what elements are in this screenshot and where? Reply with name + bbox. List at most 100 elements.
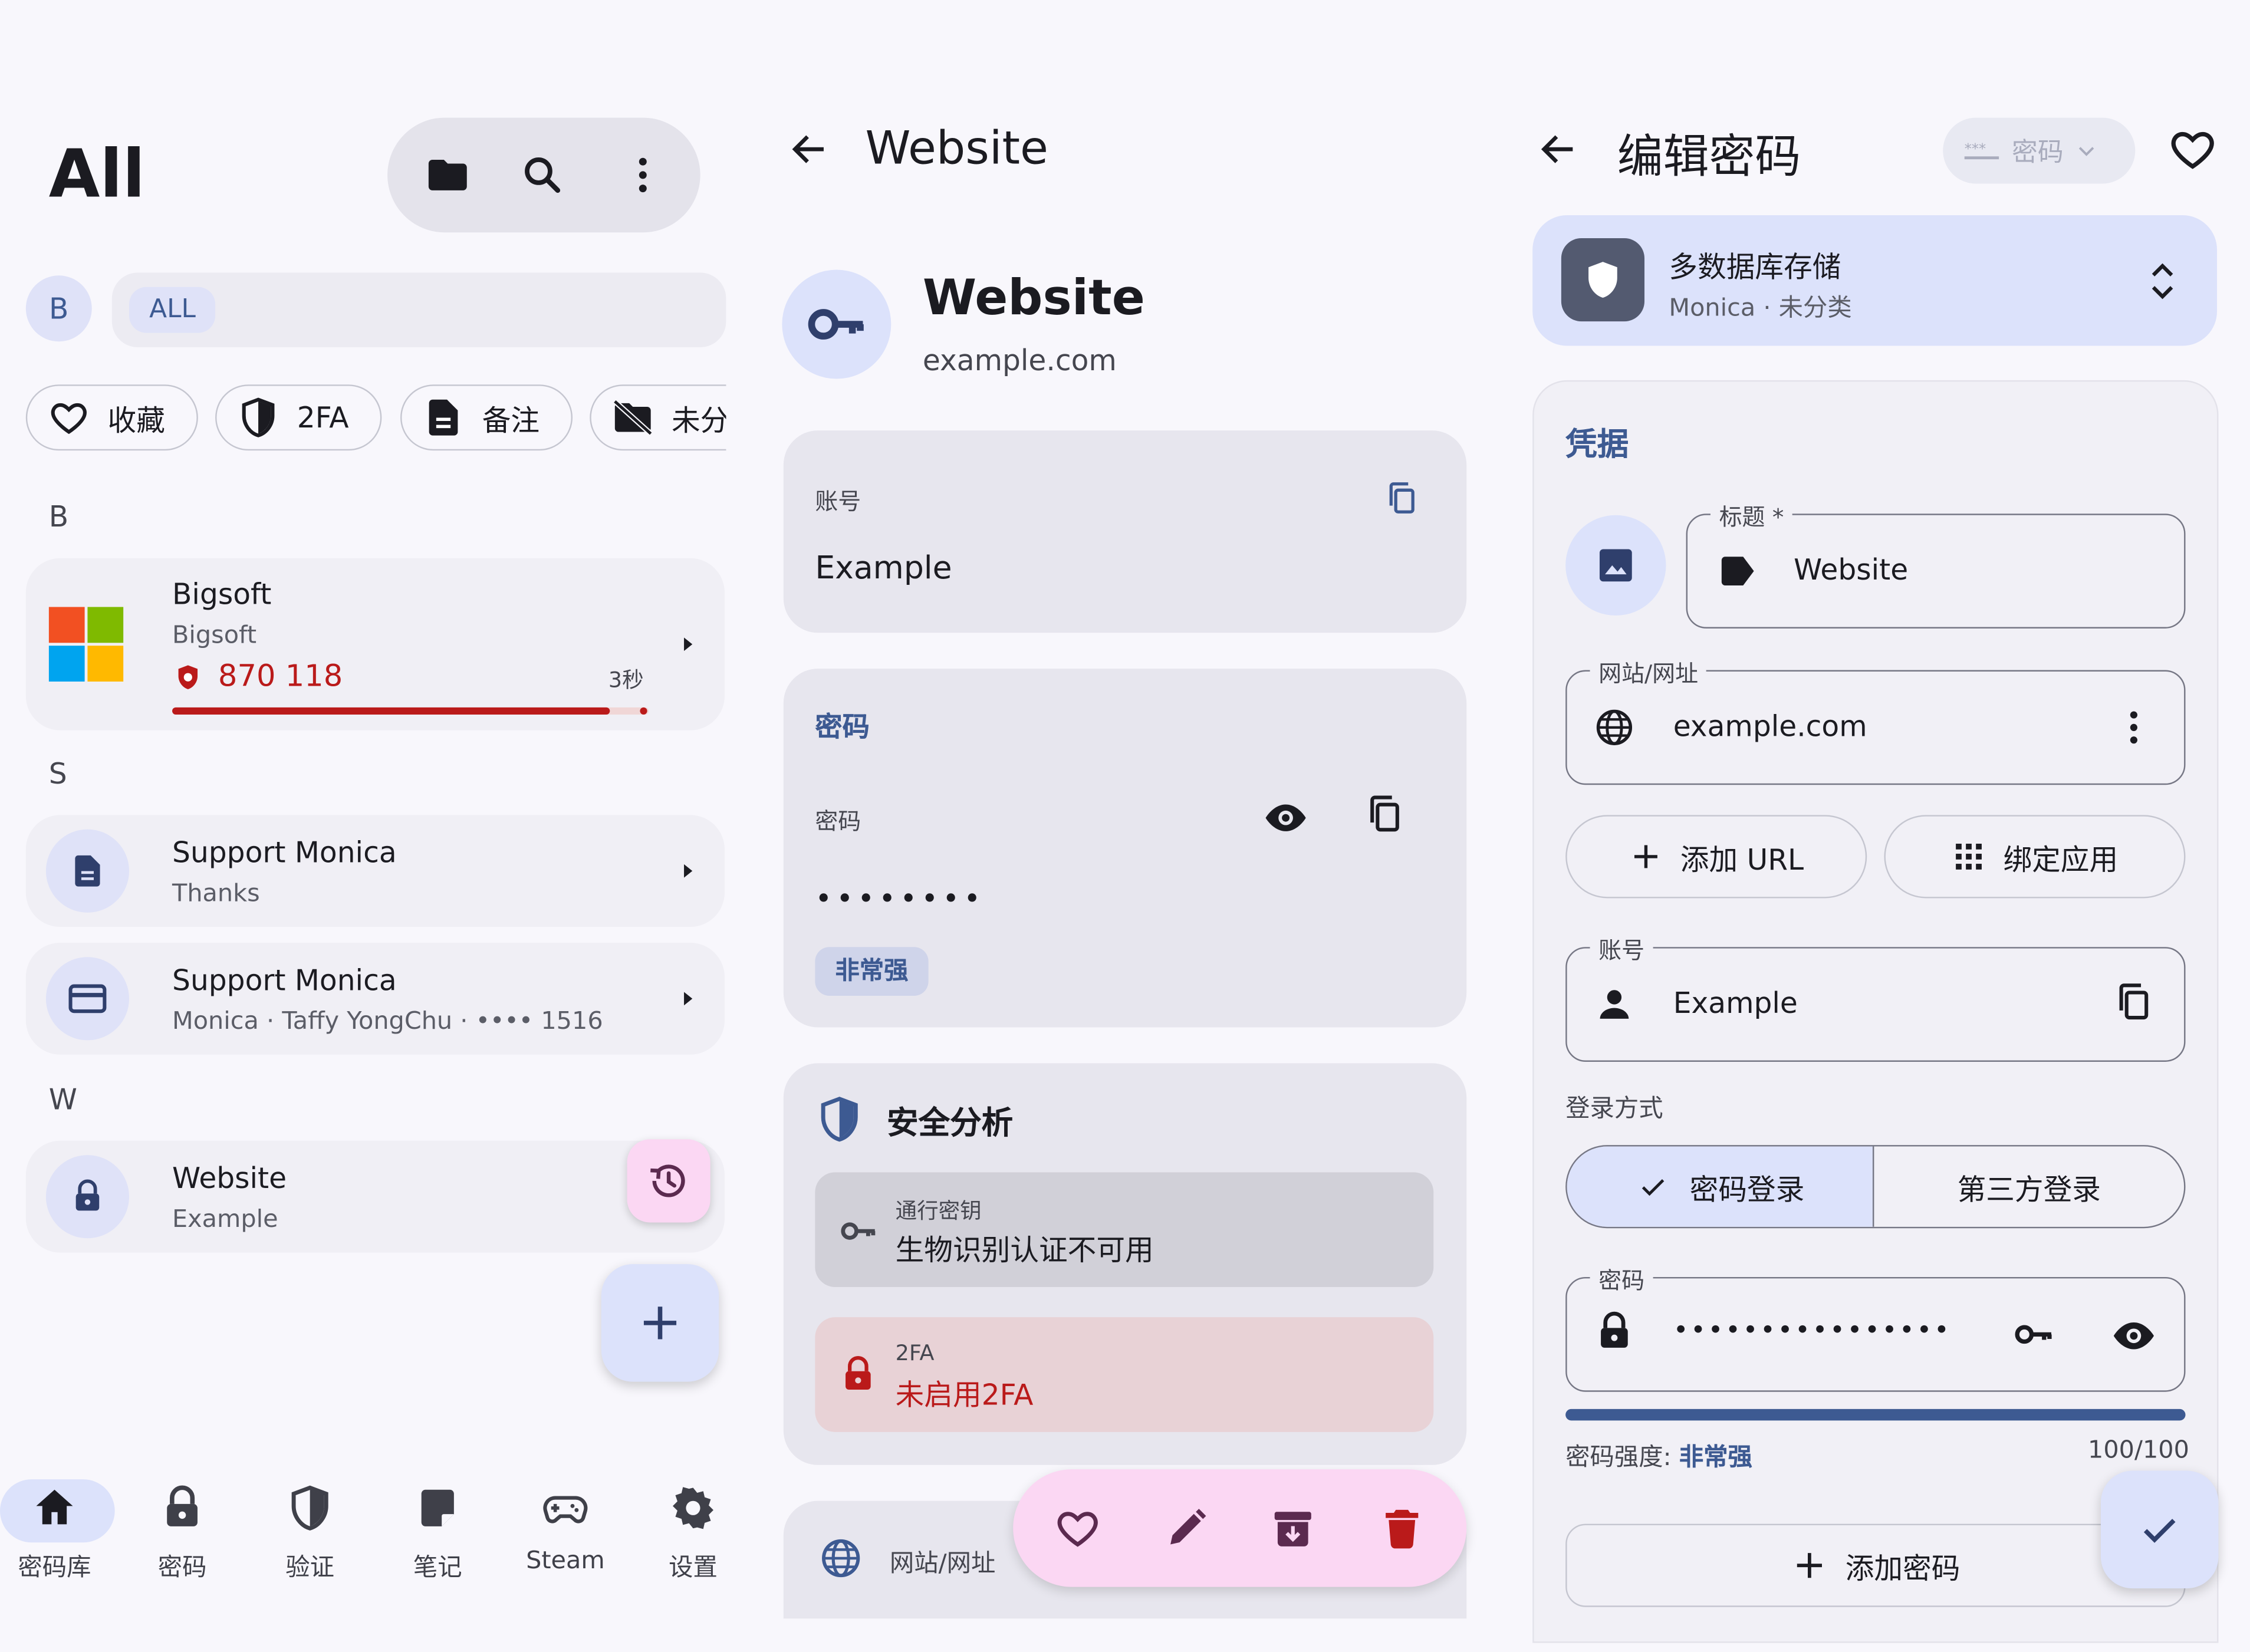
header-title: 编辑密码 — [1617, 129, 1801, 184]
eye-icon[interactable] — [2110, 1313, 2159, 1359]
delete-icon[interactable] — [1377, 1504, 1426, 1553]
folder-off-icon — [611, 396, 654, 439]
chevron-right-icon — [684, 864, 693, 878]
apps-grid-icon — [1952, 840, 1986, 874]
login-password-option[interactable]: 密码登录 — [1567, 1146, 1874, 1227]
security-card: 安全分析 通行密钥 生物识别认证不可用 2FA 未启用2FA — [783, 1063, 1467, 1465]
list-item-bigsoft[interactable]: Bigsoft Bigsoft 870 118 3秒 — [25, 558, 725, 730]
chip-label: 备注 — [482, 402, 540, 437]
strength-value: 非常强 — [1679, 1443, 1752, 1472]
copy-icon[interactable] — [2112, 980, 2155, 1023]
password-card: 密码 密码 •••••••• 非常强 — [783, 669, 1467, 1028]
otp-code[interactable]: 870 118 — [218, 659, 343, 693]
svg-text:***: *** — [1965, 140, 1986, 157]
back-arrow-icon[interactable] — [787, 126, 833, 172]
password-field[interactable]: 密码 •••••••••••••••• — [1565, 1261, 2186, 1392]
plus-icon — [1629, 840, 1663, 874]
chip-favorites[interactable]: 收藏 — [25, 384, 198, 451]
nav-label: Steam — [526, 1546, 605, 1576]
section-header-w: W — [48, 1082, 77, 1117]
person-icon — [1593, 983, 1636, 1026]
storage-selector[interactable]: 多数据库存储 Monica · 未分类 — [1532, 215, 2218, 346]
edit-pencil-icon[interactable] — [1162, 1504, 1211, 1553]
chip-label: 未分 — [671, 402, 726, 437]
entry-name: Website — [922, 269, 1145, 327]
field-label: 账号 — [815, 488, 861, 515]
globe-icon — [1593, 706, 1636, 749]
item-title: Bigsoft — [172, 577, 272, 611]
bind-app-button[interactable]: 绑定应用 — [1884, 815, 2186, 899]
field-label: 密码 — [815, 808, 861, 835]
history-icon — [646, 1158, 692, 1204]
shield-icon — [237, 396, 280, 439]
password-dots-icon: *** — [1963, 138, 2000, 164]
list-item-support-card[interactable]: Support Monica Monica · Taffy YongChu · … — [25, 942, 725, 1055]
nav-label: 笔记 — [413, 1554, 462, 1583]
nav-label: 密码 — [157, 1554, 207, 1583]
nav-passwords[interactable]: 密码 — [125, 1483, 240, 1582]
account-field[interactable]: 账号 Example — [1565, 931, 2186, 1062]
add-password-button[interactable]: 添加密码 — [1565, 1523, 2186, 1607]
copy-icon[interactable] — [1363, 792, 1406, 835]
save-fab[interactable] — [2100, 1470, 2219, 1589]
login-third-party-option[interactable]: 第三方登录 — [1874, 1147, 2184, 1227]
storage-subtitle: Monica · 未分类 — [1669, 294, 1852, 323]
nav-settings[interactable]: 设置 — [636, 1483, 751, 1582]
title-value: Website — [1794, 552, 1909, 587]
back-arrow-icon[interactable] — [1535, 126, 1581, 172]
nav-authenticator[interactable]: 验证 — [252, 1483, 367, 1582]
security-title: 安全分析 — [887, 1106, 1014, 1143]
type-dropdown[interactable]: *** 密码 — [1943, 117, 2136, 184]
image-icon — [1594, 544, 1637, 587]
more-vert-icon[interactable] — [2112, 706, 2155, 749]
item-subtitle: Bigsoft — [172, 621, 257, 650]
chip-2fa[interactable]: 2FA — [215, 384, 382, 451]
button-label: 绑定应用 — [2003, 841, 2119, 876]
chip-uncategorized[interactable]: 未分 — [590, 384, 726, 451]
strength-track — [1565, 1409, 2186, 1421]
nav-label: 验证 — [285, 1554, 335, 1583]
twofa-value: 未启用2FA — [895, 1377, 1034, 1412]
otp-progress-dot — [640, 707, 647, 715]
list-item-support-note[interactable]: Support Monica Thanks — [25, 815, 725, 927]
account-value[interactable]: Example — [815, 551, 952, 587]
credit-card-icon — [45, 957, 130, 1041]
chip-label: 收藏 — [107, 402, 165, 437]
passkey-label: 通行密钥 — [895, 1198, 982, 1224]
strength-badge: 非常强 — [815, 947, 929, 996]
add-item-fab[interactable] — [601, 1264, 719, 1382]
archive-icon[interactable] — [1268, 1504, 1317, 1553]
strength-score: 100/100 — [2088, 1436, 2189, 1465]
website-value: example.com — [1673, 709, 1867, 743]
gear-icon — [669, 1483, 718, 1532]
nav-steam[interactable]: Steam — [508, 1483, 623, 1575]
home-icon — [30, 1483, 79, 1532]
button-label: 添加 URL — [1680, 841, 1804, 876]
item-title: Website — [172, 1160, 287, 1196]
storage-title: 多数据库存储 — [1669, 249, 1841, 284]
label-tag-icon — [1716, 549, 1759, 593]
history-button[interactable] — [627, 1139, 710, 1223]
nav-vault[interactable]: 密码库 — [0, 1483, 112, 1582]
key-icon — [782, 269, 892, 379]
nav-notes[interactable]: 笔记 — [380, 1483, 495, 1582]
title-field[interactable]: 标题 * Website — [1686, 498, 2186, 628]
password-mask[interactable]: •••••••• — [815, 881, 985, 915]
chip-notes[interactable]: 备注 — [400, 384, 573, 451]
list-item-website[interactable]: Website Example — [25, 1140, 725, 1253]
item-subtitle: Example — [172, 1205, 278, 1234]
heart-icon[interactable] — [2167, 123, 2219, 175]
add-url-button[interactable]: 添加 URL — [1565, 815, 1867, 899]
image-picker-button[interactable] — [1565, 515, 1666, 616]
heart-icon[interactable] — [1053, 1504, 1102, 1553]
copy-icon[interactable] — [1383, 479, 1420, 516]
check-icon — [1635, 1169, 1669, 1203]
key-generate-icon[interactable] — [2009, 1313, 2058, 1356]
storage-shield-icon — [1561, 238, 1645, 322]
field-label: 网站/网址 — [1590, 654, 1707, 689]
item-title: Support Monica — [172, 963, 397, 998]
website-field[interactable]: 网站/网址 example.com — [1565, 654, 2186, 785]
eye-icon[interactable] — [1263, 795, 1309, 841]
password-mask: •••••••••••••••• — [1673, 1315, 1952, 1346]
chevron-right-icon — [684, 637, 693, 651]
